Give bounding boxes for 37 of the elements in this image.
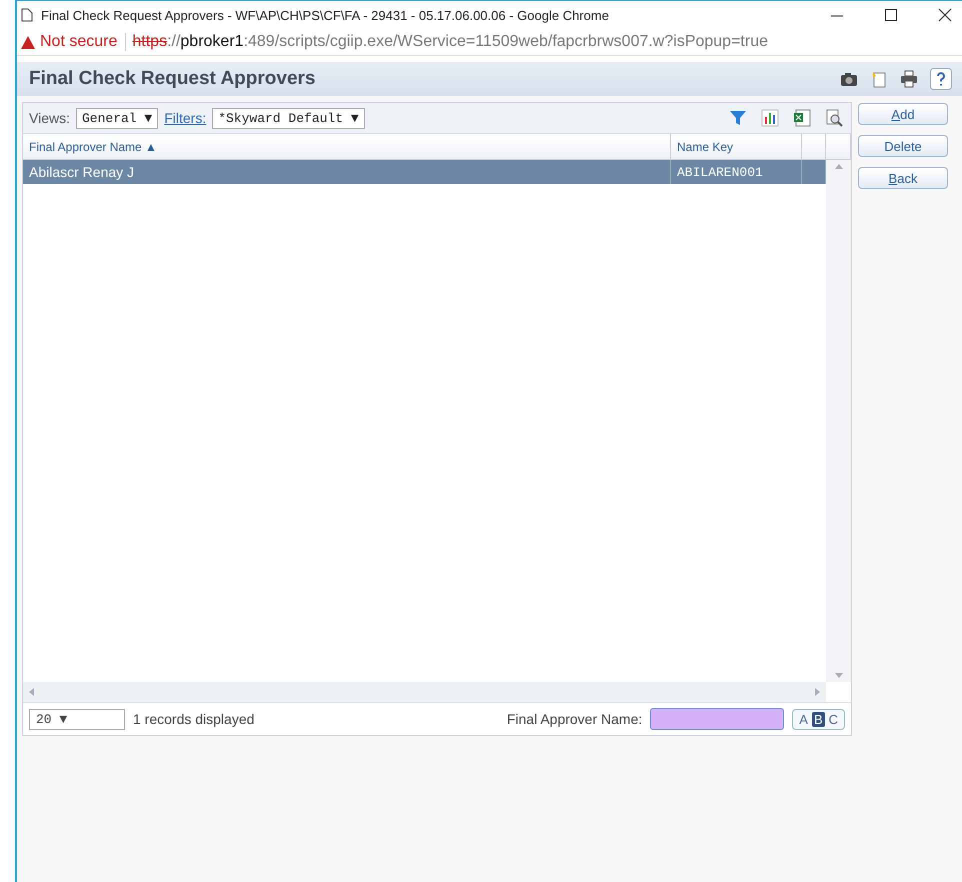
action-button[interactable]: Back — [858, 167, 948, 189]
column-header[interactable]: Name Key — [671, 134, 802, 160]
page-icon — [21, 8, 33, 22]
filters-link[interactable]: Filters: — [164, 110, 206, 126]
letter[interactable]: A — [797, 712, 810, 726]
views-label: Views: — [29, 110, 70, 126]
table-cell[interactable]: ABILAREN001 — [671, 160, 802, 184]
table-cell — [802, 160, 826, 184]
action-button[interactable]: Delete — [858, 135, 948, 157]
page-title: Final Check Request Approvers — [29, 68, 316, 90]
table-cell[interactable]: Abilascr Renay J — [23, 160, 671, 184]
letter[interactable]: B — [812, 712, 825, 726]
preview-icon[interactable] — [825, 109, 843, 127]
address-url[interactable]: https://pbroker1:489/scripts/cgiip.exe/WService=11509web/fapcrbrws007.w?isPopup=true — [132, 33, 768, 51]
filters-dropdown[interactable]: *Skyward Default ▼ — [212, 108, 365, 128]
filter-icon[interactable] — [729, 109, 747, 127]
bar-chart-icon[interactable] — [761, 109, 779, 127]
page-size-dropdown[interactable]: 20 ▼ — [29, 708, 125, 730]
action-button[interactable]: Add — [858, 103, 948, 125]
search-field[interactable] — [650, 708, 784, 730]
close-icon[interactable] — [938, 8, 952, 22]
warning-icon — [21, 36, 35, 48]
maximize-icon[interactable] — [884, 8, 898, 22]
note-icon[interactable] — [870, 70, 888, 88]
alphabet-toggle[interactable]: A B C — [792, 708, 845, 730]
printer-icon[interactable] — [900, 70, 918, 88]
column-header[interactable]: Final Approver Name ▲ — [23, 134, 671, 160]
records-count: 1 records displayed — [133, 711, 254, 727]
column-header — [802, 134, 826, 160]
search-label: Final Approver Name: — [506, 711, 642, 727]
camera-icon[interactable] — [840, 70, 858, 88]
window-title: Final Check Request Approvers - WF\AP\CH\PS\CF\FA - 29431 - 05.17.06.00.06 - Google Chrome — [41, 8, 609, 22]
letter[interactable]: C — [826, 712, 840, 726]
views-dropdown[interactable]: General ▼ — [76, 108, 158, 128]
security-warning[interactable]: Not secure — [21, 33, 126, 51]
spreadsheet-icon[interactable] — [793, 109, 811, 127]
help-icon[interactable] — [930, 68, 952, 90]
